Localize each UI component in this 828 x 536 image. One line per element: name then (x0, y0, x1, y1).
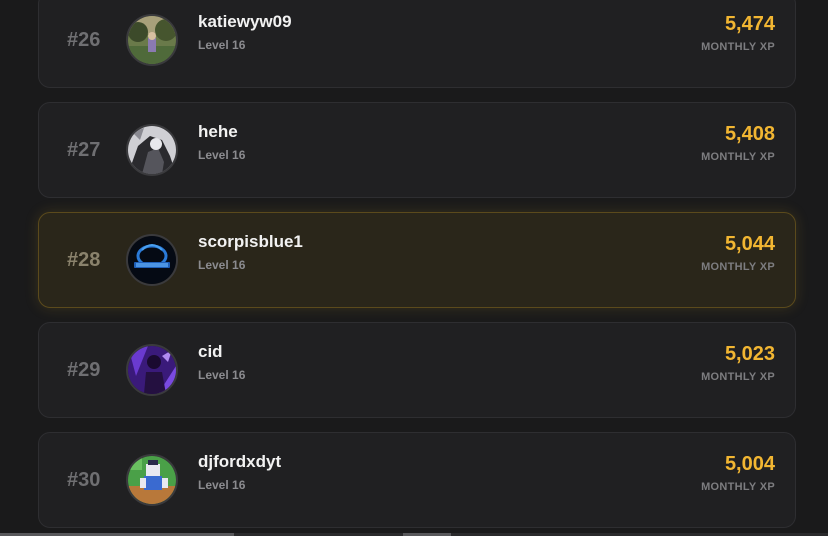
username[interactable]: scorpisblue1 (198, 232, 303, 252)
rank-number: #27 (67, 138, 101, 161)
monthly-xp-value: 5,408 (724, 123, 775, 145)
monthly-xp-label: MONTHLY XP (701, 41, 775, 53)
blue-scorpion-logo-avatar-icon[interactable] (126, 234, 178, 286)
level-label: Level 16 (198, 368, 246, 382)
monthly-xp-label: MONTHLY XP (701, 151, 775, 163)
rank-number: #26 (67, 28, 101, 51)
monthly-xp-value: 5,023 (724, 343, 775, 365)
purple-character-avatar-icon[interactable] (126, 344, 178, 396)
monochrome-character-avatar-icon[interactable] (126, 124, 178, 176)
leaderboard-list: #26 katiewyw09 Level 16 5,474 MONTHLY XP… (0, 0, 828, 536)
username[interactable]: cid (198, 342, 223, 362)
landscape-avatar-icon[interactable] (126, 14, 178, 66)
blocky-game-avatar-icon[interactable] (126, 454, 178, 506)
rank-number: #30 (67, 468, 101, 491)
rank-number: #28 (67, 248, 101, 271)
username[interactable]: djfordxdyt (198, 452, 281, 472)
rank-number: #29 (67, 358, 101, 381)
leaderboard-row[interactable]: #30 djfordxdyt Level 16 5,004 MONTHLY XP (38, 432, 796, 528)
monthly-xp-value: 5,044 (724, 233, 775, 255)
level-label: Level 16 (198, 38, 246, 52)
monthly-xp-value: 5,474 (724, 13, 775, 35)
leaderboard-row[interactable]: #27 hehe Level 16 5,408 MONTHLY XP (38, 102, 796, 198)
monthly-xp-label: MONTHLY XP (701, 261, 775, 273)
username[interactable]: katiewyw09 (198, 12, 292, 32)
monthly-xp-label: MONTHLY XP (701, 481, 775, 493)
level-label: Level 16 (198, 478, 246, 492)
leaderboard-row[interactable]: #29 cid Level 16 5,023 MONTHLY XP (38, 322, 796, 418)
username[interactable]: hehe (198, 122, 238, 142)
leaderboard-row-current-user[interactable]: #28 scorpisblue1 Level 16 5,044 MONTHLY … (38, 212, 796, 308)
leaderboard-row[interactable]: #26 katiewyw09 Level 16 5,474 MONTHLY XP (38, 0, 796, 88)
monthly-xp-value: 5,004 (724, 453, 775, 475)
level-label: Level 16 (198, 148, 246, 162)
monthly-xp-label: MONTHLY XP (701, 371, 775, 383)
level-label: Level 16 (198, 258, 246, 272)
